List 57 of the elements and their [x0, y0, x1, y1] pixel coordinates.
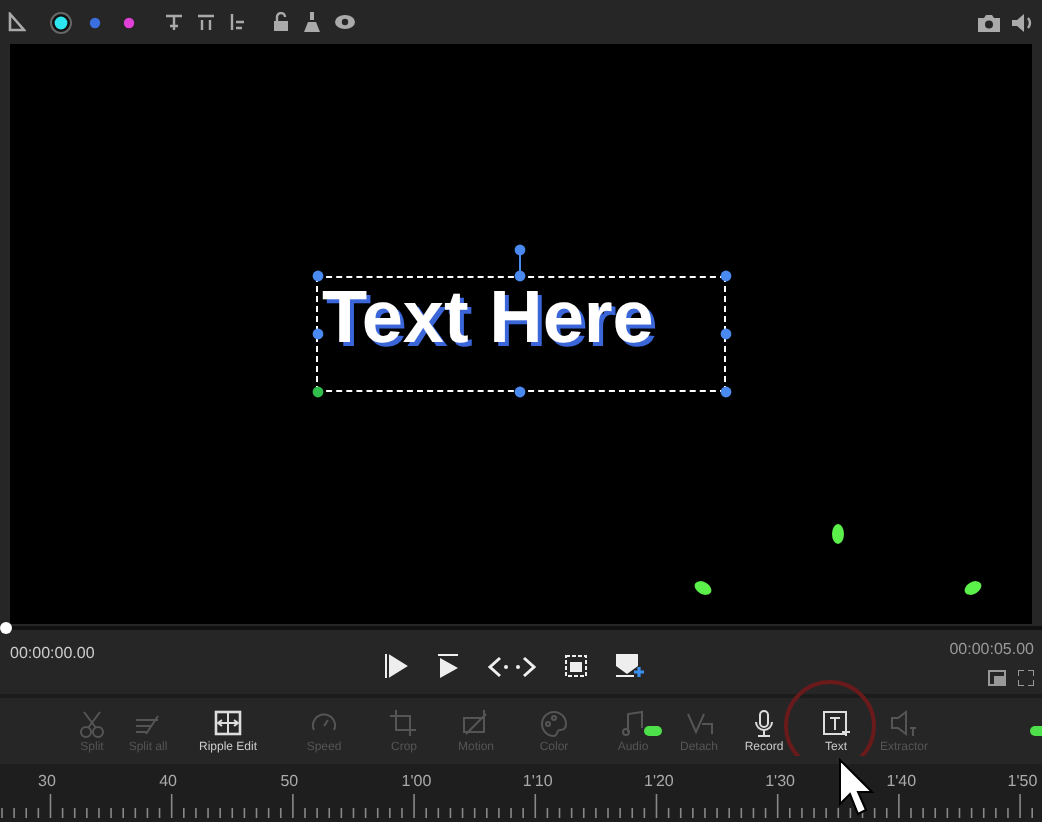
arrows-icon[interactable]	[488, 655, 536, 677]
resize-handle[interactable]	[514, 386, 526, 398]
resize-handle[interactable]	[514, 270, 526, 282]
brush-icon[interactable]	[302, 12, 322, 32]
timeline-ruler[interactable]: 30 40 50 1'00 1'10 1'20 1'30 1'40 1'50	[0, 764, 1042, 822]
detach-icon	[685, 710, 713, 738]
speaker-icon[interactable]	[1012, 13, 1034, 31]
add-marker-icon[interactable]	[616, 654, 644, 678]
resize-handle[interactable]	[720, 386, 732, 398]
lock-icon[interactable]	[272, 12, 290, 32]
text-overlay[interactable]: Text Here	[322, 270, 654, 366]
resize-handle[interactable]	[312, 328, 324, 340]
camera-icon[interactable]	[978, 13, 1000, 31]
ruler-label: 1'50	[1007, 770, 1038, 794]
color-swatch[interactable]	[50, 11, 72, 33]
music-note-icon	[619, 710, 647, 738]
ripple-edit-icon	[214, 710, 242, 738]
scissors-icon	[78, 710, 106, 738]
ruler-label: 1'10	[522, 770, 553, 794]
ruler-label: 1'20	[644, 770, 674, 794]
particle	[694, 580, 712, 596]
eye-icon[interactable]	[334, 14, 356, 30]
ruler-label: 30	[38, 770, 56, 794]
click-highlight	[780, 676, 880, 756]
mouse-cursor-icon	[838, 758, 878, 818]
play-icon[interactable]	[384, 654, 408, 678]
ruler-label: 1'30	[765, 770, 795, 794]
microphone-icon	[750, 710, 778, 738]
anchor-handle[interactable]	[312, 386, 324, 398]
crop-icon	[390, 710, 418, 738]
add-text-icon	[822, 710, 850, 738]
pip-icon[interactable]	[988, 670, 1006, 686]
motion-icon	[462, 710, 490, 738]
palette-icon	[540, 710, 568, 738]
particle	[832, 524, 844, 544]
total-time: 00:00:05.00	[949, 638, 1034, 662]
align-icon[interactable]	[228, 12, 248, 32]
indicator-icon	[644, 726, 662, 736]
playhead[interactable]	[0, 622, 12, 634]
particle	[964, 580, 982, 596]
current-time: 00:00:00.00	[10, 642, 95, 666]
ruler-label: 1'40	[886, 770, 917, 794]
align-icon[interactable]	[164, 12, 184, 32]
ruler-label: 1'00	[401, 770, 432, 794]
ruler-label: 40	[159, 770, 177, 794]
split-lines-icon	[134, 710, 162, 738]
ruler-triangle-icon[interactable]	[8, 12, 26, 32]
indicator-icon	[1030, 726, 1042, 736]
align-icon[interactable]	[196, 12, 216, 32]
fullscreen-icon[interactable]	[1018, 670, 1034, 686]
play-frame-icon[interactable]	[436, 654, 460, 678]
ruler-label: 50	[280, 770, 299, 794]
snapshot-icon[interactable]	[564, 654, 588, 678]
resize-handle[interactable]	[720, 270, 732, 282]
speaker-text-icon	[890, 710, 918, 738]
resize-handle[interactable]	[312, 270, 324, 282]
resize-handle[interactable]	[720, 328, 732, 340]
